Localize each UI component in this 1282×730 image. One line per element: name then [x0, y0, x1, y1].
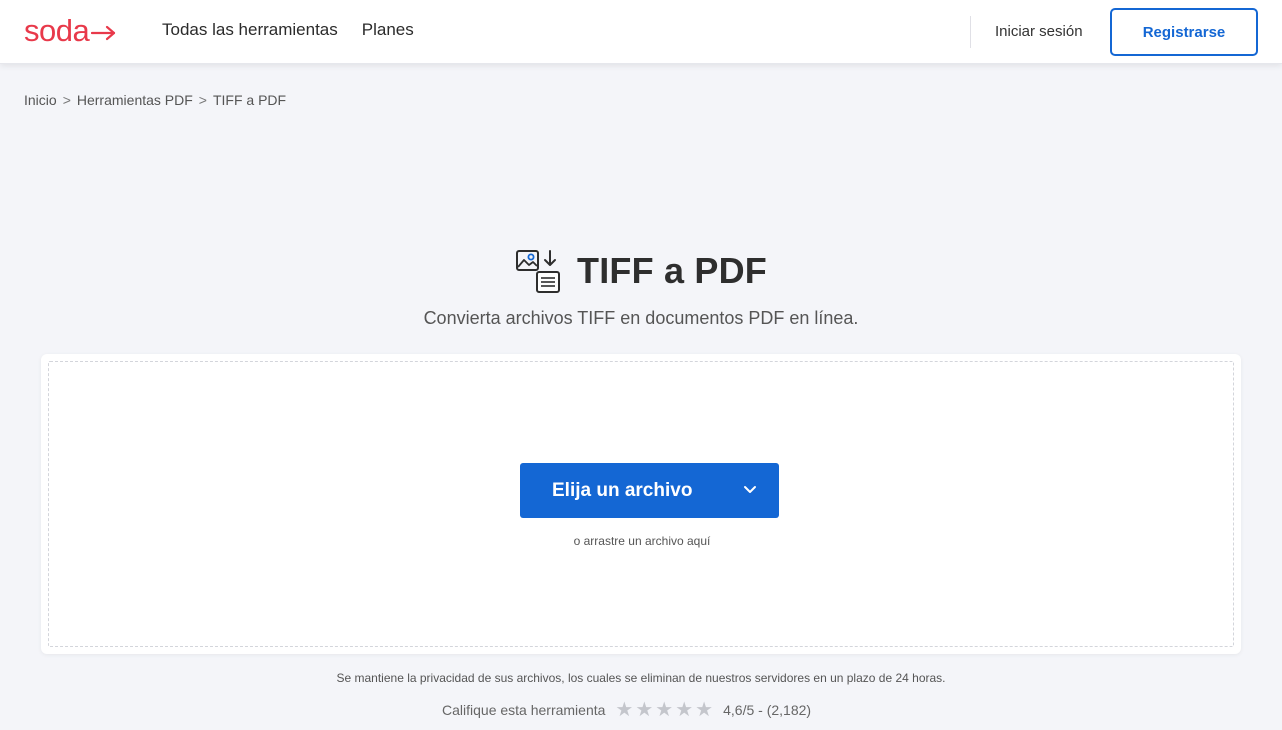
choose-file-label: Elija un archivo — [552, 479, 693, 501]
breadcrumb: Inicio > Herramientas PDF > TIFF a PDF — [24, 92, 286, 108]
site-header: soda Todas las herramientas Planes Inici… — [0, 0, 1282, 64]
star-icon[interactable]: ★ — [635, 700, 653, 720]
header-divider — [970, 16, 971, 48]
file-dropzone[interactable]: Elija un archivo o arrastre un archivo a… — [48, 361, 1234, 647]
nav-item-plans[interactable]: Planes — [362, 20, 414, 40]
star-icon[interactable]: ★ — [695, 700, 713, 720]
drag-hint: o arrastre un archivo aquí — [573, 534, 711, 548]
image-to-document-icon — [516, 250, 560, 293]
star-icon[interactable]: ★ — [615, 700, 633, 720]
rating-score: 4,6/5 - (2,182) — [723, 702, 812, 718]
logo[interactable]: soda — [24, 13, 117, 49]
tool-rating: Califique esta herramienta ★ ★ ★ ★ ★ 4,6… — [442, 700, 812, 720]
star-icon[interactable]: ★ — [655, 700, 673, 720]
page-heading: TIFF a PDF — [0, 248, 1282, 294]
star-icon[interactable]: ★ — [675, 700, 693, 720]
breadcrumb-item-current: TIFF a PDF — [212, 92, 287, 108]
rating-stars[interactable]: ★ ★ ★ ★ ★ — [615, 700, 713, 720]
login-link[interactable]: Iniciar sesión — [995, 23, 1083, 40]
main-nav: Todas las herramientas Planes — [162, 20, 414, 40]
register-button[interactable]: Registrarse — [1110, 8, 1258, 56]
choose-file-button[interactable]: Elija un archivo — [520, 463, 779, 518]
privacy-note: Se mantiene la privacidad de sus archivo… — [336, 671, 946, 685]
chevron-down-icon[interactable] — [743, 483, 757, 497]
page-title: TIFF a PDF — [577, 250, 767, 291]
breadcrumb-item-home[interactable]: Inicio — [24, 92, 57, 108]
breadcrumb-item-pdf-tools[interactable]: Herramientas PDF — [77, 92, 193, 108]
rating-label: Califique esta herramienta — [442, 702, 606, 718]
breadcrumb-separator: > — [198, 92, 207, 108]
page-subtitle: Convierta archivos TIFF en documentos PD… — [423, 308, 859, 328]
upload-card: Elija un archivo o arrastre un archivo a… — [41, 354, 1241, 654]
nav-item-all-tools[interactable]: Todas las herramientas — [162, 20, 338, 40]
breadcrumb-separator: > — [62, 92, 71, 108]
logo-text: soda — [24, 13, 90, 48]
arrow-right-icon — [91, 25, 116, 41]
